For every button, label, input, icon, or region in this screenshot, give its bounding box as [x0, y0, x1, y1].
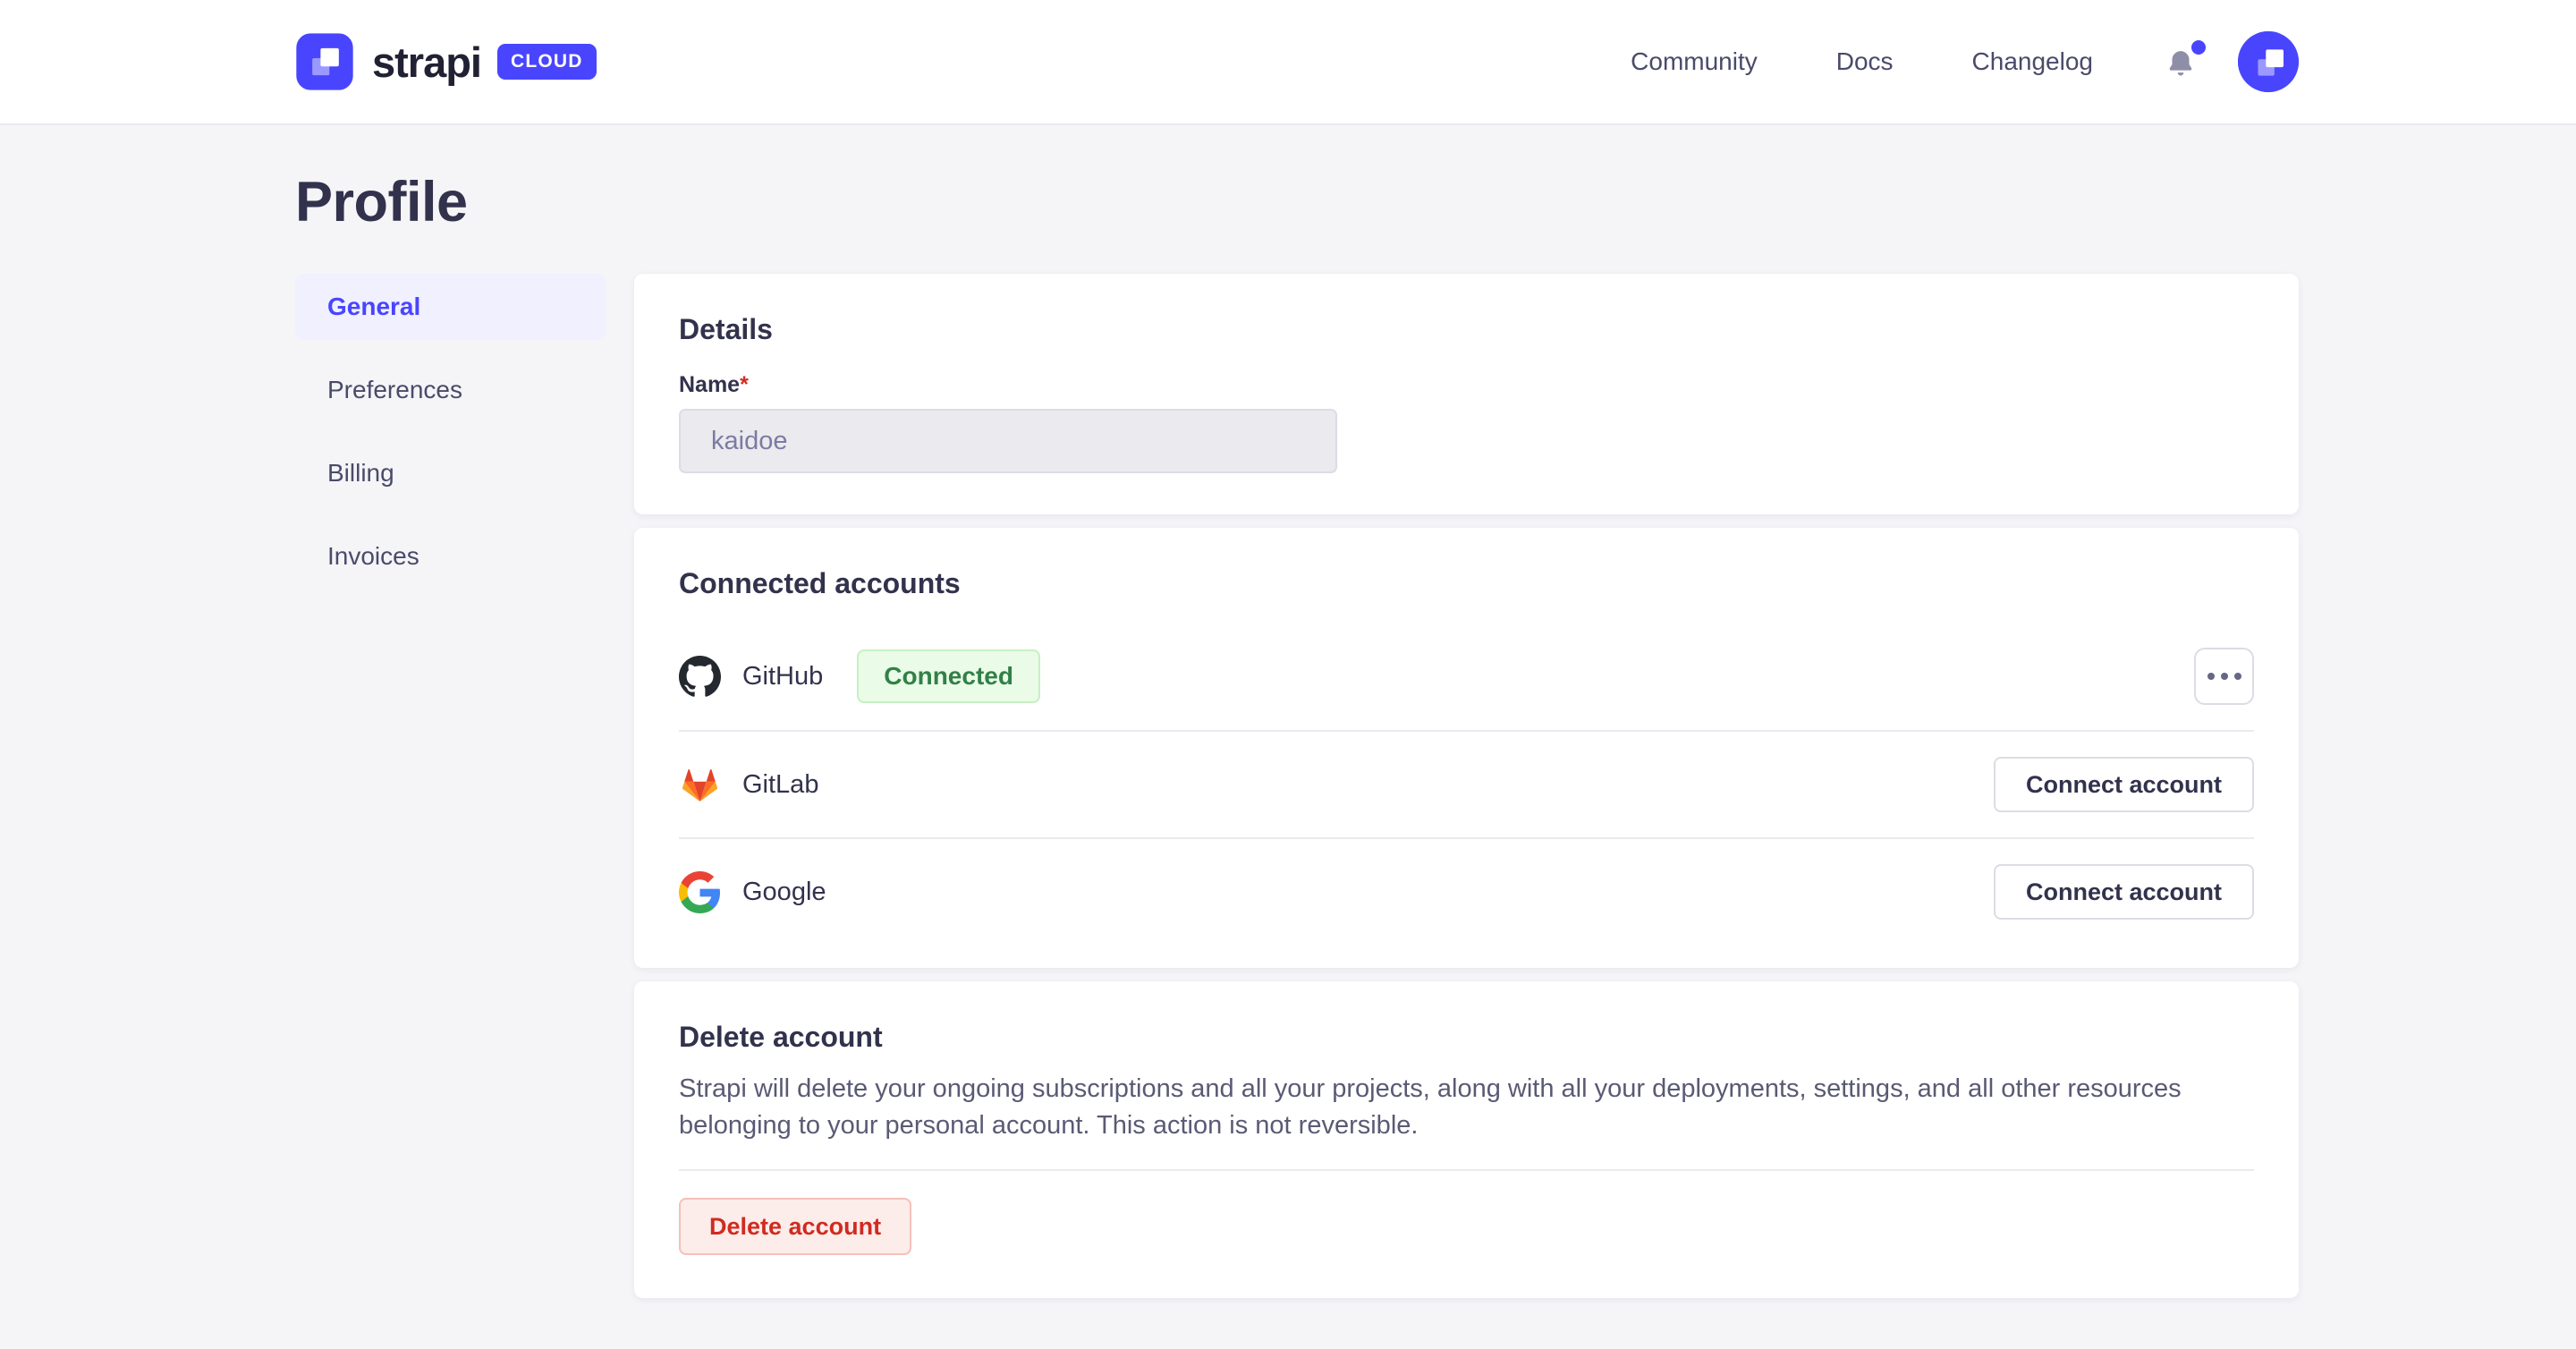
notifications-button[interactable]: [2163, 42, 2200, 81]
nav-changelog[interactable]: Changelog: [1972, 47, 2093, 76]
delete-account-button[interactable]: Delete account: [679, 1198, 911, 1255]
brand-wordmark: strapi: [372, 38, 481, 87]
notification-dot: [2191, 40, 2206, 55]
app-header: strapi CLOUD Community Docs Changelog: [0, 0, 2576, 125]
sidebar-item-invoices[interactable]: Invoices: [295, 523, 606, 590]
account-name-google: Google: [742, 878, 826, 907]
delete-account-card: Delete account Strapi will delete your o…: [634, 981, 2299, 1298]
account-row-google: Google Connect account: [679, 837, 2254, 945]
nav-docs[interactable]: Docs: [1836, 47, 1894, 76]
strapi-cloud-logo[interactable]: strapi CLOUD: [295, 32, 597, 91]
account-row-gitlab: GitLab Connect account: [679, 730, 2254, 837]
strapi-logo-icon: [295, 32, 354, 91]
name-label: Name*: [679, 372, 749, 398]
account-row-github: GitHub Connected: [679, 623, 2254, 730]
profile-sidebar: General Preferences Billing Invoices: [295, 274, 606, 607]
divider: [679, 1169, 2254, 1171]
gitlab-icon: [679, 764, 721, 806]
page-title: Profile: [295, 170, 2299, 234]
google-icon: [679, 871, 721, 913]
delete-account-heading: Delete account: [679, 1017, 2254, 1056]
cards-column: Details Name* Connected accounts GitHub: [634, 274, 2299, 1311]
ellipsis-icon: [2207, 673, 2215, 680]
details-card: Details Name*: [634, 274, 2299, 514]
nav-community[interactable]: Community: [1631, 47, 1758, 76]
delete-account-description: Strapi will delete your ongoing subscrip…: [679, 1071, 2235, 1144]
details-heading: Details: [679, 310, 2254, 349]
main-content: Profile General Preferences Billing Invo…: [0, 170, 2576, 1311]
connected-accounts-heading: Connected accounts: [679, 564, 2254, 603]
connected-accounts-card: Connected accounts GitHub Connected: [634, 528, 2299, 968]
account-name-gitlab: GitLab: [742, 770, 818, 800]
account-name-github: GitHub: [742, 662, 823, 691]
sidebar-item-preferences[interactable]: Preferences: [295, 357, 606, 423]
name-field-group: Name*: [679, 372, 2254, 473]
header-nav: Community Docs Changelog: [1552, 31, 2299, 92]
sidebar-item-billing[interactable]: Billing: [295, 440, 606, 506]
github-options-menu-button[interactable]: [2194, 648, 2254, 705]
required-asterisk: *: [740, 372, 749, 397]
google-connect-account-button[interactable]: Connect account: [1994, 864, 2254, 920]
avatar-strapi-mark-icon: [2238, 31, 2299, 92]
name-input[interactable]: [679, 409, 1337, 473]
gitlab-connect-account-button[interactable]: Connect account: [1994, 757, 2254, 812]
github-icon: [679, 656, 721, 698]
sidebar-item-general[interactable]: General: [295, 274, 606, 340]
user-avatar[interactable]: [2238, 31, 2299, 92]
github-connected-badge: Connected: [857, 649, 1040, 703]
cloud-badge: CLOUD: [497, 44, 597, 80]
